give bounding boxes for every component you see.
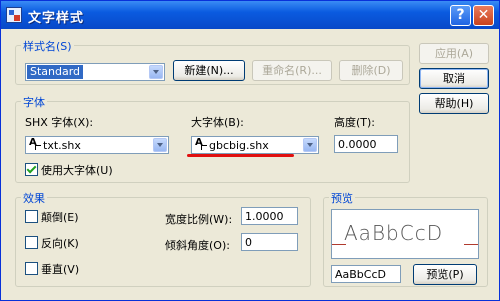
preview-text-input[interactable]: AaBbCcD — [331, 265, 401, 283]
title-close-button[interactable]: ✕ — [473, 5, 494, 26]
title-bar[interactable]: 文字样式 ? ✕ — [1, 1, 499, 29]
style-name-combo[interactable]: Standard — [25, 63, 165, 81]
text-style-dialog: 文字样式 ? ✕ 样式名(S) Standard 新建(N)... 重命名(R)… — [0, 0, 500, 301]
height-value: 0.0000 — [338, 138, 377, 151]
cancel-button[interactable]: 取消 — [419, 68, 489, 89]
preview-input-value: AaBbCcD — [335, 268, 386, 281]
vertical-checkbox[interactable] — [25, 262, 38, 275]
apply-button[interactable]: 应用(A) — [419, 43, 489, 64]
style-name-legend: 样式名(S) — [21, 38, 74, 54]
oblique-angle-input[interactable]: 0 — [241, 233, 298, 251]
effects-legend: 效果 — [21, 190, 47, 206]
font-type-icon — [195, 137, 207, 150]
height-label: 高度(T): — [334, 116, 376, 129]
preview-canvas: AaBbCcD — [331, 209, 479, 259]
height-input[interactable]: 0.0000 — [334, 135, 398, 153]
help-button[interactable]: 帮助(H) — [419, 93, 489, 114]
backwards-label[interactable]: 反向(K) — [41, 235, 79, 251]
preview-legend: 预览 — [329, 190, 355, 206]
new-style-button[interactable]: 新建(N)... — [173, 60, 245, 81]
window-title: 文字样式 — [28, 11, 85, 26]
shx-font-label: SHX 字体(X): — [25, 116, 94, 129]
width-factor-input[interactable]: 1.0000 — [241, 207, 298, 225]
preview-sample-text: AaBbCcD — [344, 221, 444, 245]
shx-font-value: txt.shx — [43, 139, 81, 152]
use-bigfont-label[interactable]: 使用大字体(U) — [41, 162, 113, 178]
font-legend: 字体 — [21, 94, 47, 110]
preview-button[interactable]: 预览(P) — [413, 264, 477, 285]
bigfont-label: 大字体(B): — [191, 116, 244, 129]
upside-down-label[interactable]: 颠倒(E) — [41, 209, 79, 225]
bigfont-combo[interactable]: gbcbig.shx — [191, 136, 319, 154]
chevron-down-icon[interactable] — [303, 138, 317, 152]
style-name-value: Standard — [27, 65, 84, 79]
width-factor-value: 1.0000 — [245, 210, 284, 223]
oblique-angle-label: 倾斜角度(O): — [165, 239, 230, 252]
use-bigfont-checkbox[interactable] — [25, 163, 38, 176]
text-style-icon — [6, 7, 22, 23]
chevron-down-icon[interactable] — [149, 65, 163, 79]
annotation-underline — [187, 154, 294, 157]
oblique-angle-value: 0 — [245, 236, 252, 249]
width-factor-label: 宽度比例(W): — [165, 213, 233, 226]
shx-font-combo[interactable]: txt.shx — [25, 136, 169, 154]
chevron-down-icon[interactable] — [153, 138, 167, 152]
rename-style-button[interactable]: 重命名(R)... — [252, 60, 332, 81]
vertical-label[interactable]: 垂直(V) — [41, 261, 79, 277]
font-type-icon — [29, 137, 41, 150]
backwards-checkbox[interactable] — [25, 236, 38, 249]
bigfont-value: gbcbig.shx — [209, 139, 269, 152]
title-help-button[interactable]: ? — [450, 5, 471, 26]
delete-style-button[interactable]: 删除(D) — [339, 60, 403, 81]
upside-down-checkbox[interactable] — [25, 210, 38, 223]
